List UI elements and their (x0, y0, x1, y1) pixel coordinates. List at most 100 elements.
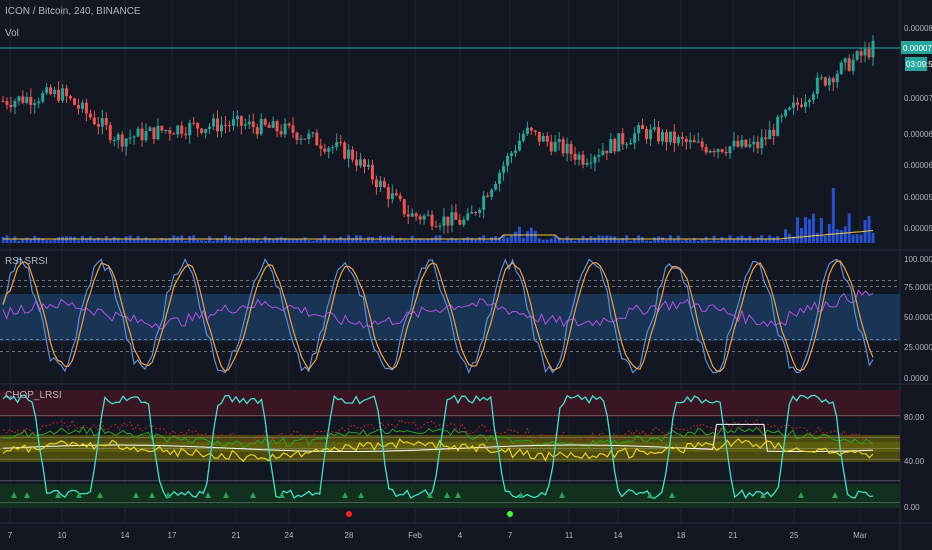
candle-body (819, 77, 823, 79)
volume-bar (609, 236, 613, 243)
volume-bar (700, 238, 704, 243)
candle-body (454, 212, 458, 220)
candle-body (605, 150, 609, 154)
candle-body (486, 195, 490, 197)
candle-body (692, 140, 696, 143)
rsi-tick: 100.0000 (904, 255, 932, 264)
volume-bar (386, 236, 390, 243)
volume-bar (366, 236, 370, 243)
candle-body (108, 124, 112, 141)
volume-bar (287, 239, 291, 243)
candle-body (363, 159, 367, 167)
volume-bar (315, 239, 319, 243)
candle-body (84, 102, 88, 114)
volume-bar (319, 239, 323, 243)
rsi-tick: 0.0000 (904, 374, 929, 383)
volume-bar (617, 239, 621, 243)
candle-body (69, 96, 73, 99)
candle-body (243, 124, 247, 126)
candle-body (251, 121, 255, 128)
candle-body (267, 124, 271, 128)
candle-body (799, 104, 803, 107)
candle-body (811, 93, 815, 101)
candle-body (394, 193, 398, 196)
candle-body (446, 216, 450, 226)
volume-bar (815, 232, 819, 243)
candle-body (474, 211, 478, 213)
volume-bar (9, 239, 13, 243)
candle-body (867, 48, 871, 58)
volume-bar (784, 229, 788, 243)
volume-bar (561, 240, 565, 243)
candle-body (168, 130, 172, 134)
candle-body (295, 132, 299, 140)
candle-body (279, 131, 283, 135)
volume-bar (196, 239, 200, 243)
volume-bar (112, 236, 116, 243)
volume-bar (641, 237, 645, 243)
volume-bar (656, 236, 660, 243)
candle-body (660, 132, 664, 142)
time-axis-label: 10 (58, 531, 67, 540)
volume-bar (458, 240, 462, 243)
candle-body (144, 131, 148, 141)
candle-body (323, 148, 327, 152)
time-axis-label: 24 (285, 531, 294, 540)
candle-body (736, 140, 740, 147)
candle-body (223, 124, 227, 126)
candle-body (208, 126, 212, 130)
volume-bar (120, 240, 124, 243)
candle-body (696, 141, 700, 143)
candle-body (136, 128, 140, 137)
green-signal-dot (507, 511, 513, 517)
volume-bar (541, 239, 545, 243)
volume-bar (859, 234, 863, 243)
volume-bar (29, 238, 33, 243)
trading-chart[interactable]: ICON / Bitcoin, 240, BINANCE Vol RSI SRS… (0, 0, 932, 550)
candle-body (386, 187, 390, 200)
candle-body (247, 121, 251, 125)
volume-bar (136, 236, 140, 243)
candle-body (871, 40, 875, 58)
candle-body (88, 113, 92, 118)
candle-body (204, 129, 208, 133)
volume-bar (756, 237, 760, 243)
volume-bar (17, 240, 21, 243)
candle-body (827, 78, 831, 86)
candle-body (53, 89, 57, 95)
candle-body (100, 118, 104, 127)
candle-body (29, 96, 33, 105)
volume-bar (299, 239, 303, 243)
candle-body (430, 214, 434, 227)
time-axis-label: 14 (614, 531, 623, 540)
volume-bar (553, 235, 557, 243)
candle-body (680, 136, 684, 139)
volume-bar (73, 236, 77, 243)
candle-body (291, 125, 295, 133)
candle-body (855, 51, 859, 60)
volume-bar (843, 226, 847, 243)
candle-body (104, 118, 108, 125)
candle-body (839, 62, 843, 74)
volume-bar (208, 236, 212, 243)
volume-bar (855, 234, 859, 243)
candle-body (760, 137, 764, 149)
candle-body (176, 125, 180, 135)
candle-body (768, 129, 772, 140)
volume-bar (394, 238, 398, 243)
volume-bar (478, 237, 482, 243)
candle-body (537, 131, 541, 142)
chop-tick: 40.00 (904, 457, 925, 466)
time-axis-label: 7 (508, 531, 513, 540)
volume-bar (752, 239, 756, 243)
candle-body (847, 58, 851, 71)
volume-bar (219, 239, 223, 243)
time-axis-label: Mar (853, 531, 867, 540)
candle-body (601, 150, 605, 156)
candle-body (219, 124, 223, 132)
volume-bar (490, 237, 494, 243)
candle-body (160, 125, 164, 131)
candle-body (676, 136, 680, 144)
candle-body (152, 127, 156, 140)
candle-body (271, 121, 275, 128)
